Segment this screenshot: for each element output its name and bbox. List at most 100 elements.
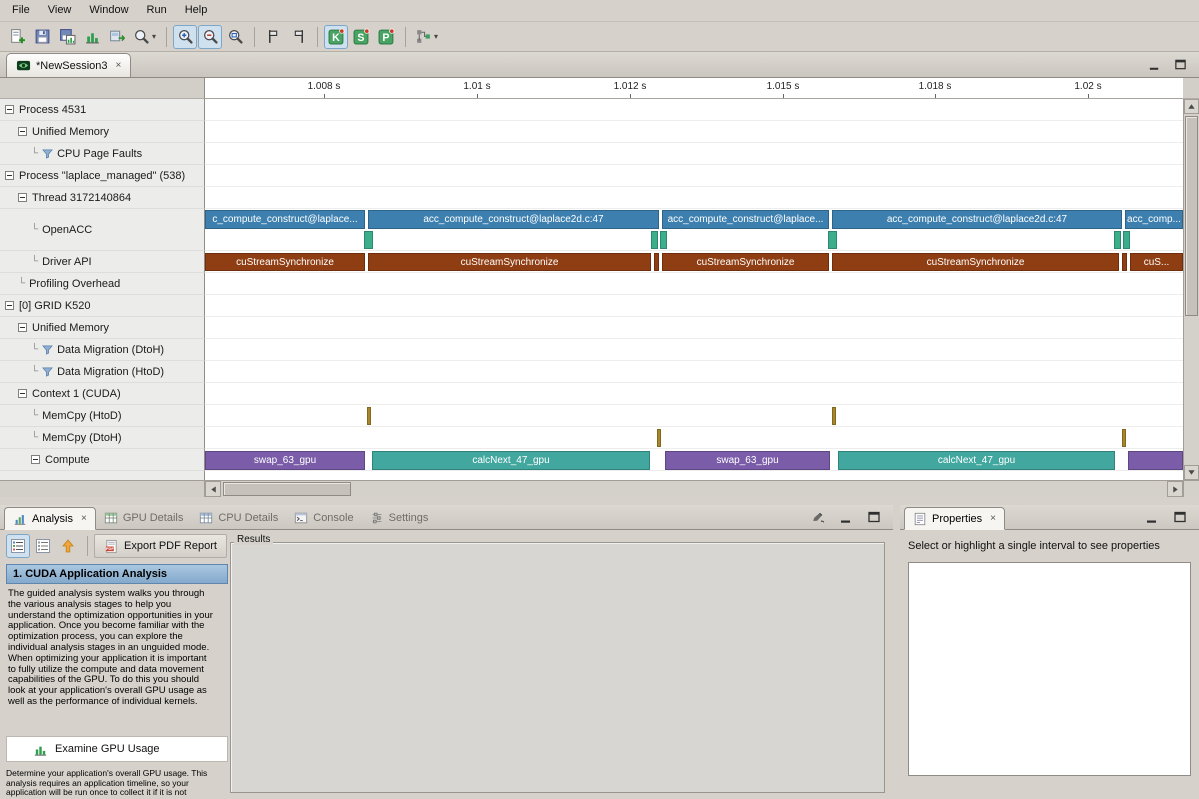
analysis-scope-button[interactable]: ▾ (412, 25, 441, 49)
scroll-left-icon[interactable] (205, 481, 221, 497)
horizontal-sash[interactable] (0, 497, 1199, 505)
process-filter-button[interactable]: P (374, 25, 398, 49)
interval-marker[interactable] (1114, 231, 1121, 249)
vscroll-thumb[interactable] (1185, 116, 1198, 316)
collapse-expander-icon[interactable] (31, 455, 40, 464)
examine-gpu-usage-button[interactable]: Examine GPU Usage (6, 736, 228, 762)
interval-custreamsynchronize[interactable]: cuStreamSynchronize (662, 253, 829, 271)
tree-item-data-migration-dtoh[interactable]: └Data Migration (DtoH) (0, 339, 205, 361)
interval-marker[interactable] (367, 407, 371, 425)
interval-marker[interactable] (1128, 451, 1183, 470)
tab-analysis[interactable]: Analysis× (4, 507, 96, 530)
minimize-icon[interactable] (837, 509, 855, 525)
view-menu-icon[interactable] (809, 509, 827, 525)
maximize-icon[interactable] (1171, 509, 1189, 525)
vertical-sash[interactable] (893, 505, 900, 799)
zoom-in-button[interactable] (173, 25, 197, 49)
scroll-up-icon[interactable] (1184, 99, 1199, 114)
interval-acc-compute-construct-laplace2d-c-47[interactable]: acc_compute_construct@laplace2d.c:47 (832, 210, 1122, 229)
collapse-expander-icon[interactable] (5, 105, 14, 114)
interval-marker[interactable] (651, 231, 658, 249)
zoom-tools-button[interactable]: ▾ (130, 25, 159, 49)
interval-marker[interactable] (660, 231, 667, 249)
interval-swap-63-gpu[interactable]: swap_63_gpu (205, 451, 365, 470)
tree-item-data-migration-htod[interactable]: └Data Migration (HtoD) (0, 361, 205, 383)
collapse-expander-icon[interactable] (18, 193, 27, 202)
unguided-analysis-icon[interactable] (31, 534, 55, 558)
tree-item-cpu-page-faults[interactable]: └CPU Page Faults (0, 143, 205, 165)
maximize-icon[interactable] (1171, 57, 1189, 72)
timeline-ruler[interactable]: 1.008 s1.01 s1.012 s1.015 s1.018 s1.02 s (205, 78, 1183, 99)
zoom-fit-button[interactable] (223, 25, 247, 49)
interval-acc-compute-construct-laplace2d-c-47[interactable]: acc_compute_construct@laplace2d.c:47 (368, 210, 659, 229)
collapse-expander-icon[interactable] (18, 389, 27, 398)
timeline-horizontal-scrollbar[interactable] (205, 481, 1183, 497)
hscroll-track[interactable] (221, 481, 1167, 497)
tree-item-context-1-cuda[interactable]: Context 1 (CUDA) (0, 383, 205, 405)
collapse-expander-icon[interactable] (5, 171, 14, 180)
vscroll-track[interactable] (1184, 114, 1199, 465)
tab-cpu-details[interactable]: CPU Details (191, 506, 286, 529)
tab-console[interactable]: Console (286, 506, 361, 529)
close-icon[interactable]: × (116, 60, 122, 71)
interval-custreamsynchronize[interactable]: cuStreamSynchronize (205, 253, 365, 271)
tree-item-process-laplace-managed-538[interactable]: Process "laplace_managed" (538) (0, 165, 205, 187)
zoom-out-button[interactable] (198, 25, 222, 49)
tab-session[interactable]: *NewSession3 × (6, 53, 131, 77)
collapse-expander-icon[interactable] (18, 323, 27, 332)
tree-item-profiling-overhead[interactable]: └Profiling Overhead (0, 273, 205, 295)
tab-gpu-details[interactable]: GPU Details (96, 506, 192, 529)
timeline-vertical-scrollbar[interactable] (1183, 99, 1199, 480)
interval-acc-comp[interactable]: acc_comp... (1125, 210, 1183, 229)
export-pdf-button[interactable]: PDF Export PDF Report (94, 534, 227, 558)
tree-item-openacc[interactable]: └OpenACC (0, 209, 205, 251)
interval-calcnext-47-gpu[interactable]: calcNext_47_gpu (838, 451, 1115, 470)
close-icon[interactable]: × (990, 513, 996, 524)
tree-item-process-4531[interactable]: Process 4531 (0, 99, 205, 121)
interval-marker[interactable] (832, 407, 836, 425)
interval-marker[interactable] (1123, 231, 1130, 249)
interval-acc-compute-construct-laplace[interactable]: acc_compute_construct@laplace... (662, 210, 829, 229)
interval-custreamsynchronize[interactable]: cuStreamSynchronize (368, 253, 651, 271)
export-timeline-button[interactable] (105, 25, 129, 49)
scroll-down-icon[interactable] (1184, 465, 1199, 480)
interval-cus[interactable]: cuS... (1130, 253, 1183, 271)
save-session-button[interactable] (30, 25, 54, 49)
new-session-button[interactable] (5, 25, 29, 49)
tree-item-thread-3172140864[interactable]: Thread 3172140864 (0, 187, 205, 209)
interval-marker[interactable] (364, 231, 373, 249)
close-icon[interactable]: × (81, 513, 87, 524)
menu-help[interactable]: Help (176, 0, 217, 21)
promote-results-icon[interactable] (56, 534, 80, 558)
menu-view[interactable]: View (39, 0, 81, 21)
stream-filter-button[interactable]: S (349, 25, 373, 49)
prev-marker-button[interactable] (261, 25, 285, 49)
tab-settings[interactable]: Settings (362, 506, 437, 529)
collapse-expander-icon[interactable] (5, 301, 14, 310)
tree-item-unified-memory[interactable]: Unified Memory (0, 317, 205, 339)
interval-marker[interactable] (654, 253, 659, 271)
next-marker-button[interactable] (286, 25, 310, 49)
interval-c-compute-construct-laplace[interactable]: c_compute_construct@laplace... (205, 210, 365, 229)
minimize-icon[interactable] (1145, 57, 1163, 72)
menu-window[interactable]: Window (80, 0, 137, 21)
guided-analysis-icon[interactable] (6, 534, 30, 558)
kernel-filter-button[interactable]: K (324, 25, 348, 49)
interval-marker[interactable] (1122, 253, 1127, 271)
tab-properties[interactable]: Properties × (904, 507, 1005, 530)
tree-item-compute[interactable]: Compute (0, 449, 205, 471)
maximize-icon[interactable] (865, 509, 883, 525)
minimize-icon[interactable] (1143, 509, 1161, 525)
generate-report-button[interactable] (80, 25, 104, 49)
interval-calcnext-47-gpu[interactable]: calcNext_47_gpu (372, 451, 650, 470)
tree-item-driver-api[interactable]: └Driver API (0, 251, 205, 273)
scroll-right-icon[interactable] (1167, 481, 1183, 497)
tree-item-memcpy-dtoh[interactable]: └MemCpy (DtoH) (0, 427, 205, 449)
hscroll-thumb[interactable] (223, 482, 351, 496)
save-timeline-button[interactable] (55, 25, 79, 49)
tree-item-unified-memory[interactable]: Unified Memory (0, 121, 205, 143)
tree-item-0-grid-k520[interactable]: [0] GRID K520 (0, 295, 205, 317)
interval-marker[interactable] (828, 231, 837, 249)
interval-marker[interactable] (1122, 429, 1126, 447)
menu-run[interactable]: Run (138, 0, 176, 21)
